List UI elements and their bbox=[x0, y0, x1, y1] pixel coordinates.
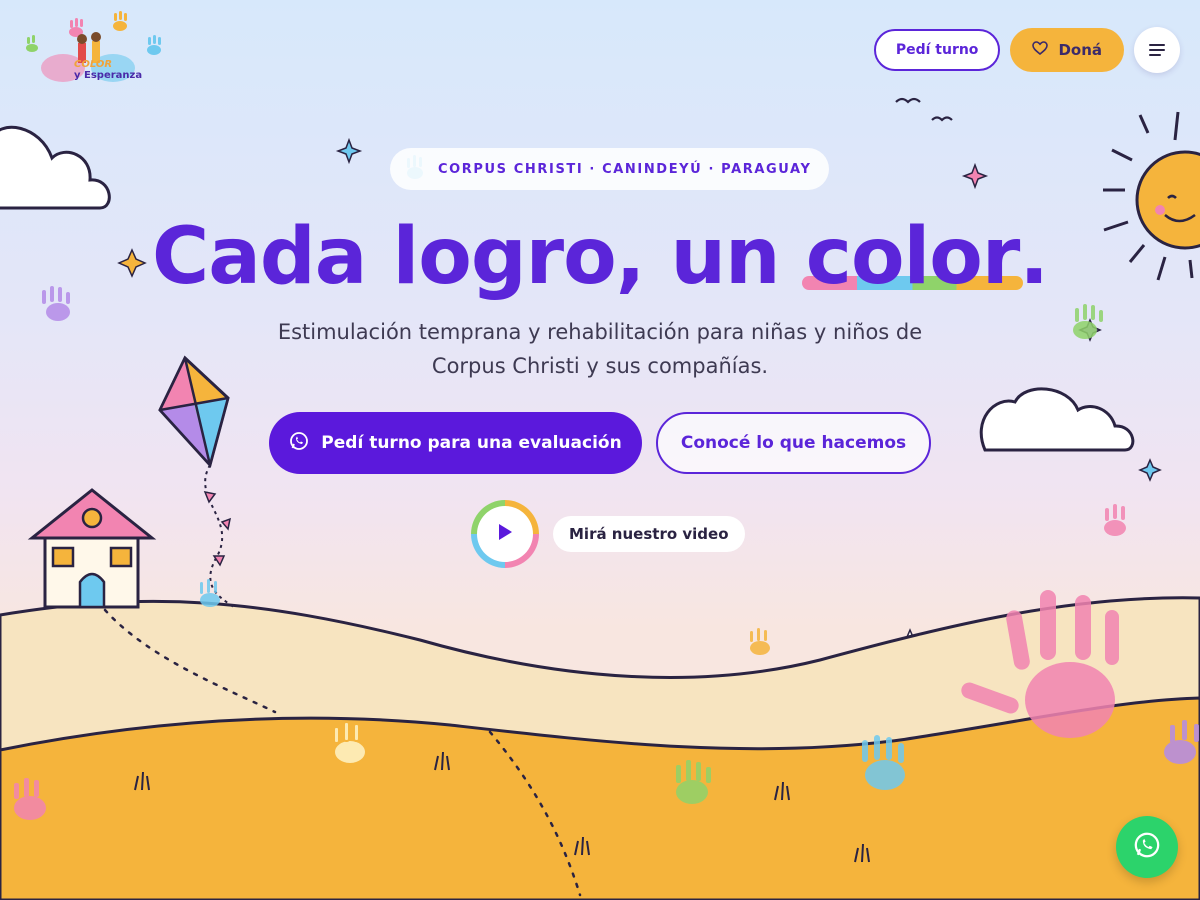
learn-more-button[interactable]: Conocé lo que hacemos bbox=[656, 412, 931, 474]
whatsapp-float-button[interactable] bbox=[1116, 816, 1178, 878]
donate-label: Doná bbox=[1058, 41, 1102, 59]
location-badge-text: CORPUS CHRISTI · CANINDEYÚ · PARAGUAY bbox=[438, 161, 812, 177]
video-label[interactable]: Mirá nuestro video bbox=[553, 516, 745, 552]
handprint-yellow-small bbox=[750, 628, 770, 655]
hero-subtitle: Estimulación temprana y rehabilitación p… bbox=[277, 320, 923, 378]
logo-line1: COLOR bbox=[74, 59, 113, 70]
logo[interactable] bbox=[18, 8, 178, 98]
heart-icon bbox=[1032, 41, 1049, 59]
location-badge: CORPUS CHRISTI · CANINDEYÚ · PARAGUAY bbox=[390, 148, 830, 190]
hamburger-menu-icon bbox=[1149, 41, 1165, 60]
kite-illustration bbox=[158, 355, 236, 609]
headline-highlight-wrapper: color bbox=[801, 212, 1024, 302]
donate-button[interactable]: Doná bbox=[1010, 28, 1124, 72]
play-button-inner bbox=[477, 506, 533, 562]
handprint-pink-small bbox=[1104, 504, 1126, 536]
bird-2 bbox=[931, 116, 953, 122]
headline-part1: Cada logro, un bbox=[152, 212, 806, 302]
sparkle-3 bbox=[961, 162, 989, 190]
book-evaluation-button[interactable]: Pedí turno para una evaluación bbox=[269, 412, 642, 474]
menu-button[interactable] bbox=[1134, 27, 1180, 73]
whatsapp-icon bbox=[289, 431, 309, 456]
handprint-green bbox=[1073, 304, 1103, 339]
handprint-icon bbox=[402, 156, 428, 182]
logo-text: COLOR y Esperanza bbox=[74, 59, 143, 81]
header-turno-button[interactable]: Pedí turno bbox=[873, 29, 1001, 71]
sparkle-1 bbox=[335, 137, 363, 165]
sparkle-5 bbox=[1138, 458, 1162, 482]
play-video-button[interactable] bbox=[471, 500, 539, 568]
headline-highlight: color bbox=[805, 212, 1021, 302]
header-actions: Pedí turno Doná bbox=[873, 27, 1180, 73]
book-evaluation-label: Pedí turno para una evaluación bbox=[321, 433, 622, 453]
logo-line2: y Esperanza bbox=[74, 69, 143, 81]
cloud-left bbox=[0, 125, 111, 210]
bird-1 bbox=[895, 97, 921, 104]
hero-headline: Cada logro, un color. bbox=[0, 212, 1200, 302]
headline-end: . bbox=[1019, 212, 1049, 302]
whatsapp-icon bbox=[1133, 831, 1161, 863]
cloud-right bbox=[979, 387, 1135, 452]
house-illustration bbox=[27, 488, 157, 609]
play-icon bbox=[496, 522, 514, 546]
